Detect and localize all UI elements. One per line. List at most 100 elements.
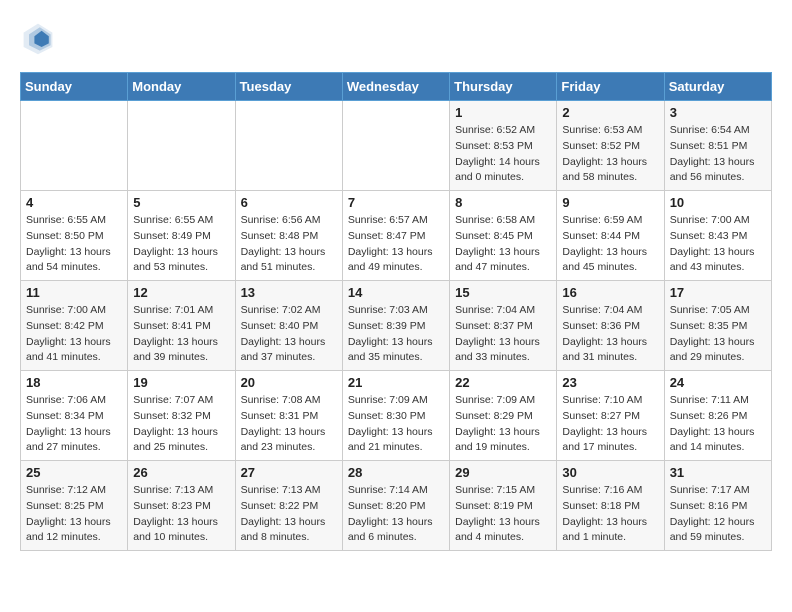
calendar-cell: 14Sunrise: 7:03 AM Sunset: 8:39 PM Dayli… <box>342 281 449 371</box>
day-number: 12 <box>133 285 229 300</box>
calendar-cell: 30 Sunrise: 7:16 AM Sunset: 8:18 PM Dayli… <box>557 461 664 551</box>
day-info: Sunrise: 6:58 AM Sunset: 8:45 PM Dayligh… <box>455 213 551 276</box>
weekday-header-monday: Monday <box>128 73 235 101</box>
calendar-cell <box>342 101 449 191</box>
calendar-cell: 18 Sunrise: 7:06 AM Sunset: 8:34 PM Dayli… <box>21 371 128 461</box>
weekday-header-tuesday: Tuesday <box>235 73 342 101</box>
day-info: Sunrise: 7:00 AM Sunset: 8:43 PM Dayligh… <box>670 213 766 276</box>
day-info: Sunrise: 6:54 AM Sunset: 8:51 PM Dayligh… <box>670 123 766 186</box>
calendar-cell <box>235 101 342 191</box>
calendar-cell: 5 Sunrise: 6:55 AM Sunset: 8:49 PM Daylig… <box>128 191 235 281</box>
day-number: 7 <box>348 195 444 210</box>
calendar-cell: 25 Sunrise: 7:12 AM Sunset: 8:25 PM Dayli… <box>21 461 128 551</box>
day-number: 30 <box>562 465 658 480</box>
day-info: Sunrise: 7:11 AM Sunset: 8:26 PM Dayligh… <box>670 393 766 456</box>
calendar-cell: 24Sunrise: 7:11 AM Sunset: 8:26 PM Dayli… <box>664 371 771 461</box>
calendar-cell: 15 Sunrise: 7:04 AM Sunset: 8:37 PM Dayli… <box>450 281 557 371</box>
calendar-cell: 17 Sunrise: 7:05 AM Sunset: 8:35 PM Dayli… <box>664 281 771 371</box>
day-info: Sunrise: 7:09 AM Sunset: 8:29 PM Dayligh… <box>455 393 551 456</box>
day-number: 10 <box>670 195 766 210</box>
day-number: 3 <box>670 105 766 120</box>
day-info: Sunrise: 7:04 AM Sunset: 8:37 PM Dayligh… <box>455 303 551 366</box>
page-header <box>20 20 772 56</box>
day-number: 13 <box>241 285 337 300</box>
day-number: 15 <box>455 285 551 300</box>
day-info: Sunrise: 7:09 AM Sunset: 8:30 PM Dayligh… <box>348 393 444 456</box>
day-number: 31 <box>670 465 766 480</box>
calendar-week-3: 11 Sunrise: 7:00 AM Sunset: 8:42 PM Dayli… <box>21 281 772 371</box>
calendar-cell: 12 Sunrise: 7:01 AM Sunset: 8:41 PM Dayli… <box>128 281 235 371</box>
day-info: Sunrise: 7:03 AM Sunset: 8:39 PM Dayligh… <box>348 303 444 366</box>
calendar-cell: 13 Sunrise: 7:02 AM Sunset: 8:40 PM Dayli… <box>235 281 342 371</box>
day-info: Sunrise: 7:07 AM Sunset: 8:32 PM Dayligh… <box>133 393 229 456</box>
day-number: 19 <box>133 375 229 390</box>
calendar-cell <box>21 101 128 191</box>
calendar-cell: 31 Sunrise: 7:17 AM Sunset: 8:16 PM Dayli… <box>664 461 771 551</box>
weekday-header-saturday: Saturday <box>664 73 771 101</box>
day-info: Sunrise: 7:16 AM Sunset: 8:18 PM Dayligh… <box>562 483 658 546</box>
calendar-cell: 28Sunrise: 7:14 AM Sunset: 8:20 PM Dayli… <box>342 461 449 551</box>
day-number: 2 <box>562 105 658 120</box>
day-info: Sunrise: 6:59 AM Sunset: 8:44 PM Dayligh… <box>562 213 658 276</box>
calendar-table: SundayMondayTuesdayWednesdayThursdayFrid… <box>20 72 772 551</box>
day-number: 16 <box>562 285 658 300</box>
day-number: 8 <box>455 195 551 210</box>
day-info: Sunrise: 7:08 AM Sunset: 8:31 PM Dayligh… <box>241 393 337 456</box>
day-info: Sunrise: 6:55 AM Sunset: 8:49 PM Dayligh… <box>133 213 229 276</box>
day-info: Sunrise: 7:17 AM Sunset: 8:16 PM Dayligh… <box>670 483 766 546</box>
calendar-cell: 1Sunrise: 6:52 AM Sunset: 8:53 PM Daylig… <box>450 101 557 191</box>
calendar-cell: 9 Sunrise: 6:59 AM Sunset: 8:44 PM Daylig… <box>557 191 664 281</box>
day-info: Sunrise: 6:56 AM Sunset: 8:48 PM Dayligh… <box>241 213 337 276</box>
day-info: Sunrise: 7:13 AM Sunset: 8:22 PM Dayligh… <box>241 483 337 546</box>
calendar-cell: 27 Sunrise: 7:13 AM Sunset: 8:22 PM Dayli… <box>235 461 342 551</box>
calendar-cell: 20 Sunrise: 7:08 AM Sunset: 8:31 PM Dayli… <box>235 371 342 461</box>
calendar-cell: 8 Sunrise: 6:58 AM Sunset: 8:45 PM Daylig… <box>450 191 557 281</box>
day-info: Sunrise: 7:13 AM Sunset: 8:23 PM Dayligh… <box>133 483 229 546</box>
calendar-cell: 4Sunrise: 6:55 AM Sunset: 8:50 PM Daylig… <box>21 191 128 281</box>
day-info: Sunrise: 7:00 AM Sunset: 8:42 PM Dayligh… <box>26 303 122 366</box>
logo-icon <box>20 20 56 56</box>
weekday-header-sunday: Sunday <box>21 73 128 101</box>
day-number: 1 <box>455 105 551 120</box>
calendar-cell: 7 Sunrise: 6:57 AM Sunset: 8:47 PM Daylig… <box>342 191 449 281</box>
day-number: 5 <box>133 195 229 210</box>
day-info: Sunrise: 7:12 AM Sunset: 8:25 PM Dayligh… <box>26 483 122 546</box>
calendar-cell: 16 Sunrise: 7:04 AM Sunset: 8:36 PM Dayli… <box>557 281 664 371</box>
day-info: Sunrise: 6:55 AM Sunset: 8:50 PM Dayligh… <box>26 213 122 276</box>
day-number: 28 <box>348 465 444 480</box>
day-info: Sunrise: 7:02 AM Sunset: 8:40 PM Dayligh… <box>241 303 337 366</box>
day-info: Sunrise: 7:06 AM Sunset: 8:34 PM Dayligh… <box>26 393 122 456</box>
day-info: Sunrise: 7:04 AM Sunset: 8:36 PM Dayligh… <box>562 303 658 366</box>
calendar-cell: 26 Sunrise: 7:13 AM Sunset: 8:23 PM Dayli… <box>128 461 235 551</box>
calendar-week-1: 1Sunrise: 6:52 AM Sunset: 8:53 PM Daylig… <box>21 101 772 191</box>
day-number: 25 <box>26 465 122 480</box>
calendar-cell: 10 Sunrise: 7:00 AM Sunset: 8:43 PM Dayli… <box>664 191 771 281</box>
calendar-week-2: 4Sunrise: 6:55 AM Sunset: 8:50 PM Daylig… <box>21 191 772 281</box>
day-number: 27 <box>241 465 337 480</box>
calendar-week-5: 25 Sunrise: 7:12 AM Sunset: 8:25 PM Dayli… <box>21 461 772 551</box>
day-info: Sunrise: 7:01 AM Sunset: 8:41 PM Dayligh… <box>133 303 229 366</box>
calendar-cell: 3 Sunrise: 6:54 AM Sunset: 8:51 PM Daylig… <box>664 101 771 191</box>
day-number: 26 <box>133 465 229 480</box>
weekday-header-wednesday: Wednesday <box>342 73 449 101</box>
day-number: 20 <box>241 375 337 390</box>
weekday-header-thursday: Thursday <box>450 73 557 101</box>
day-number: 18 <box>26 375 122 390</box>
weekday-header-friday: Friday <box>557 73 664 101</box>
logo <box>20 20 62 56</box>
day-number: 22 <box>455 375 551 390</box>
calendar-cell: 19 Sunrise: 7:07 AM Sunset: 8:32 PM Dayli… <box>128 371 235 461</box>
day-number: 29 <box>455 465 551 480</box>
calendar-cell: 29 Sunrise: 7:15 AM Sunset: 8:19 PM Dayli… <box>450 461 557 551</box>
calendar-cell: 23Sunrise: 7:10 AM Sunset: 8:27 PM Dayli… <box>557 371 664 461</box>
day-info: Sunrise: 7:05 AM Sunset: 8:35 PM Dayligh… <box>670 303 766 366</box>
calendar-cell: 21 Sunrise: 7:09 AM Sunset: 8:30 PM Dayli… <box>342 371 449 461</box>
day-number: 9 <box>562 195 658 210</box>
day-number: 21 <box>348 375 444 390</box>
day-number: 11 <box>26 285 122 300</box>
day-info: Sunrise: 7:15 AM Sunset: 8:19 PM Dayligh… <box>455 483 551 546</box>
day-info: Sunrise: 6:57 AM Sunset: 8:47 PM Dayligh… <box>348 213 444 276</box>
calendar-cell: 11 Sunrise: 7:00 AM Sunset: 8:42 PM Dayli… <box>21 281 128 371</box>
calendar-cell <box>128 101 235 191</box>
day-number: 17 <box>670 285 766 300</box>
